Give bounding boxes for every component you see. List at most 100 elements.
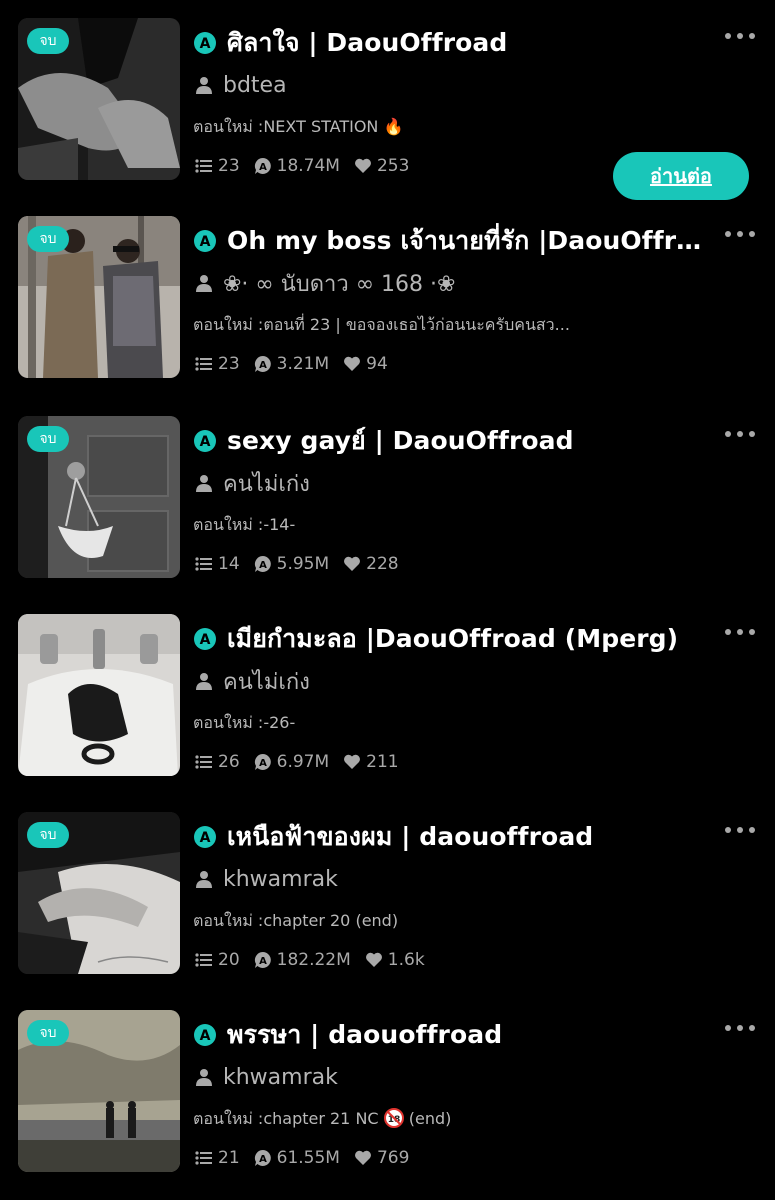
author-name[interactable]: khwamrak bbox=[223, 867, 338, 892]
list-icon bbox=[195, 1151, 212, 1165]
like-count: 94 bbox=[343, 354, 388, 374]
chapter-count: 26 bbox=[195, 752, 240, 772]
view-count: A 6.97M bbox=[254, 752, 329, 772]
story-cover[interactable]: จบ bbox=[18, 216, 180, 378]
a-logo-icon: A bbox=[194, 430, 216, 452]
svg-text:A: A bbox=[259, 956, 267, 967]
story-title[interactable]: sexy gayย์ | DaouOffroad bbox=[227, 421, 574, 461]
chapter-count: 21 bbox=[195, 1148, 240, 1168]
story-title[interactable]: ศิลาใจ | DaouOffroad bbox=[227, 23, 507, 63]
views-icon: A bbox=[254, 157, 271, 174]
svg-text:A: A bbox=[200, 632, 211, 648]
story-stats: 21 A 61.55M 769 bbox=[195, 1146, 423, 1170]
svg-text:A: A bbox=[200, 234, 211, 250]
heart-icon bbox=[344, 356, 361, 371]
more-icon[interactable] bbox=[725, 824, 755, 836]
story-item[interactable]: จบ A เมียกำมะลอ |DaouOffroad (Mperg) คนไ… bbox=[0, 614, 775, 812]
story-cover[interactable]: จบ bbox=[18, 812, 180, 974]
story-item[interactable]: จบ A ศิลาใจ | DaouOffroad bdtea ตอนใหม่ … bbox=[0, 18, 775, 216]
a-logo-icon: A bbox=[194, 230, 216, 252]
story-item[interactable]: จบ A เหนือฟ้าของผม | daouoffroad khwamra… bbox=[0, 812, 775, 1010]
story-item[interactable]: จบ A Oh my boss เจ้านายที่รัก |DaouOffro… bbox=[0, 216, 775, 414]
nc18-icon: 18 bbox=[383, 1108, 404, 1128]
heart-icon bbox=[344, 754, 361, 769]
story-cover[interactable]: จบ bbox=[18, 614, 180, 776]
like-count: 769 bbox=[354, 1148, 409, 1168]
story-stats: 23 A 3.21M 94 bbox=[195, 352, 402, 376]
story-cover[interactable]: จบ bbox=[18, 416, 180, 578]
person-icon bbox=[196, 1069, 212, 1086]
person-icon bbox=[196, 673, 212, 690]
views-icon: A bbox=[254, 1149, 271, 1166]
author-name[interactable]: ❀· ∞ นับดาว ∞ 168 ·❀ bbox=[223, 266, 455, 301]
story-stats: 14 A 5.95M 228 bbox=[195, 552, 413, 576]
views-icon: A bbox=[254, 753, 271, 770]
story-item[interactable]: จบ A sexy gayย์ | DaouOffroad คนไม่เก่ง … bbox=[0, 416, 775, 614]
view-count: A 5.95M bbox=[254, 554, 329, 574]
continue-reading-button[interactable]: อ่านต่อ bbox=[613, 152, 749, 200]
heart-icon bbox=[355, 1150, 371, 1165]
svg-text:A: A bbox=[200, 1028, 211, 1044]
view-count: A 3.21M bbox=[254, 354, 329, 374]
views-icon: A bbox=[254, 951, 271, 968]
completed-badge: จบ bbox=[27, 226, 69, 252]
story-list: จบ A ศิลาใจ | DaouOffroad bdtea ตอนใหม่ … bbox=[0, 0, 775, 1200]
heart-icon bbox=[344, 556, 361, 571]
list-icon bbox=[195, 357, 212, 371]
chapter-count: 20 bbox=[195, 950, 240, 970]
completed-badge: จบ bbox=[27, 822, 69, 848]
author-name[interactable]: คนไม่เก่ง bbox=[223, 466, 310, 501]
a-logo-icon: A bbox=[194, 1024, 216, 1046]
svg-text:A: A bbox=[259, 758, 267, 769]
more-icon[interactable] bbox=[725, 626, 755, 638]
svg-text:A: A bbox=[259, 162, 267, 173]
chapter-count: 14 bbox=[195, 554, 240, 574]
story-cover[interactable]: จบ bbox=[18, 18, 180, 180]
svg-text:A: A bbox=[259, 1154, 267, 1165]
svg-text:A: A bbox=[200, 36, 211, 52]
story-stats: 20 A 182.22M 1.6k bbox=[195, 948, 439, 972]
latest-chapter: ตอนใหม่ :-26- bbox=[193, 713, 296, 732]
story-title[interactable]: พรรษา | daouoffroad bbox=[227, 1015, 502, 1055]
story-cover[interactable]: จบ bbox=[18, 1010, 180, 1172]
latest-chapter: ตอนใหม่ :-14- bbox=[193, 515, 296, 534]
more-icon[interactable] bbox=[725, 30, 755, 42]
completed-badge: จบ bbox=[27, 1020, 69, 1046]
more-icon[interactable] bbox=[725, 1022, 755, 1034]
like-count: 1.6k bbox=[365, 950, 425, 970]
svg-text:A: A bbox=[259, 360, 267, 371]
story-stats: 23 A 18.74M 253 bbox=[195, 154, 423, 178]
view-count: A 182.22M bbox=[254, 950, 351, 970]
heart-icon bbox=[355, 158, 371, 173]
story-stats: 26 A 6.97M 211 bbox=[195, 750, 413, 774]
person-icon bbox=[196, 77, 212, 94]
author-name[interactable]: khwamrak bbox=[223, 1065, 338, 1090]
person-icon bbox=[196, 871, 212, 888]
a-logo-icon: A bbox=[194, 628, 216, 650]
list-icon bbox=[195, 953, 212, 967]
svg-text:A: A bbox=[259, 560, 267, 571]
completed-badge: จบ bbox=[27, 28, 69, 54]
view-count: A 61.55M bbox=[254, 1148, 340, 1168]
chapter-count: 23 bbox=[195, 156, 240, 176]
story-title[interactable]: เมียกำมะลอ |DaouOffroad (Mperg) bbox=[227, 619, 678, 659]
list-icon bbox=[195, 557, 212, 571]
story-title[interactable]: Oh my boss เจ้านายที่รัก |DaouOffroad bbox=[227, 221, 715, 261]
story-title[interactable]: เหนือฟ้าของผม | daouoffroad bbox=[227, 817, 593, 857]
list-icon bbox=[195, 755, 212, 769]
more-icon[interactable] bbox=[725, 428, 755, 440]
heart-icon bbox=[365, 952, 382, 967]
views-icon: A bbox=[254, 555, 271, 572]
latest-chapter: ตอนใหม่ :NEXT STATION 🔥 bbox=[193, 117, 404, 136]
latest-chapter: ตอนใหม่ :ตอนที่ 23 | ขอจองเธอไว้ก่อนนะคร… bbox=[193, 315, 570, 334]
like-count: 253 bbox=[354, 156, 409, 176]
author-name[interactable]: bdtea bbox=[223, 73, 287, 98]
a-logo-icon: A bbox=[194, 32, 216, 54]
story-item[interactable]: จบ A พรรษา | daouoffroad khwamrak ตอนใหม… bbox=[0, 1010, 775, 1200]
more-icon[interactable] bbox=[725, 228, 755, 240]
views-icon: A bbox=[254, 355, 271, 372]
person-icon bbox=[196, 475, 212, 492]
like-count: 228 bbox=[343, 554, 399, 574]
author-name[interactable]: คนไม่เก่ง bbox=[223, 664, 310, 699]
person-icon bbox=[196, 275, 212, 292]
